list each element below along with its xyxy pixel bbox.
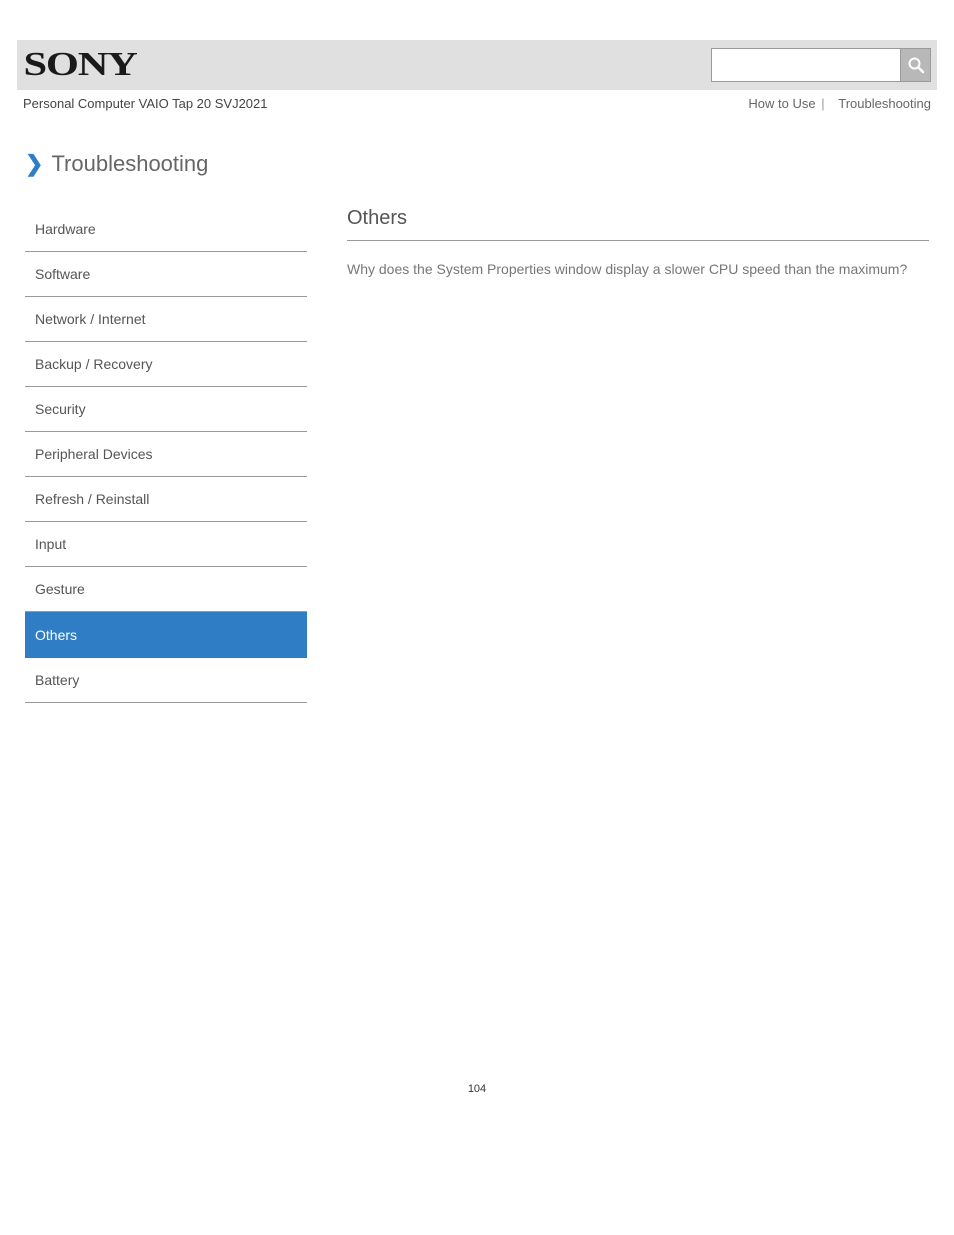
sidebar-item-input[interactable]: Input [25,522,307,567]
user-guide-label: Personal Computer VAIO Tap 20 SVJ2021 [23,96,268,111]
content-heading: Others [347,207,929,241]
sidebar-item-label: Others [35,627,77,643]
link-how-to-use[interactable]: How to Use [748,96,815,111]
search-input[interactable] [711,48,901,82]
sidebar-item-label: Hardware [35,221,96,237]
sidebar-item-label: Network / Internet [35,311,146,327]
sidebar-item-battery[interactable]: Battery [25,658,307,703]
page-title: Troubleshooting [51,151,208,177]
sidebar-item-label: Backup / Recovery [35,356,153,372]
sidebar-item-label: Input [35,536,66,552]
search-group [711,48,931,82]
sidebar-item-software[interactable]: Software [25,252,307,297]
sidebar-item-label: Software [35,266,90,282]
sidebar-item-security[interactable]: Security [25,387,307,432]
sidebar-item-gesture[interactable]: Gesture [25,567,307,612]
sidebar-item-label: Gesture [35,581,85,597]
link-separator: | [821,96,824,111]
chevron-right-icon: ❯ [25,153,43,175]
sidebar-item-hardware[interactable]: Hardware [25,207,307,252]
sidebar-item-label: Refresh / Reinstall [35,491,149,507]
sidebar-item-refresh[interactable]: Refresh / Reinstall [25,477,307,522]
topic-link[interactable]: Why does the System Properties window di… [347,257,929,281]
search-icon [907,56,925,74]
main-content: Others Why does the System Properties wi… [347,207,929,703]
sidebar-item-network[interactable]: Network / Internet [25,297,307,342]
link-troubleshooting[interactable]: Troubleshooting [838,96,931,111]
search-button[interactable] [901,48,931,82]
sidebar-item-label: Peripheral Devices [35,446,153,462]
header-bar: SONY [17,40,937,90]
brand-logo: SONY [21,46,137,84]
page-number: 104 [17,1083,937,1125]
page-title-row: ❯ Troubleshooting [25,151,937,177]
sidebar-item-others[interactable]: Others [25,612,307,658]
sidebar-item-label: Battery [35,672,79,688]
subheader: Personal Computer VAIO Tap 20 SVJ2021 Ho… [17,90,937,111]
sidebar: Hardware Software Network / Internet Bac… [25,207,307,703]
sidebar-item-peripheral[interactable]: Peripheral Devices [25,432,307,477]
sidebar-item-backup[interactable]: Backup / Recovery [25,342,307,387]
sidebar-item-label: Security [35,401,86,417]
